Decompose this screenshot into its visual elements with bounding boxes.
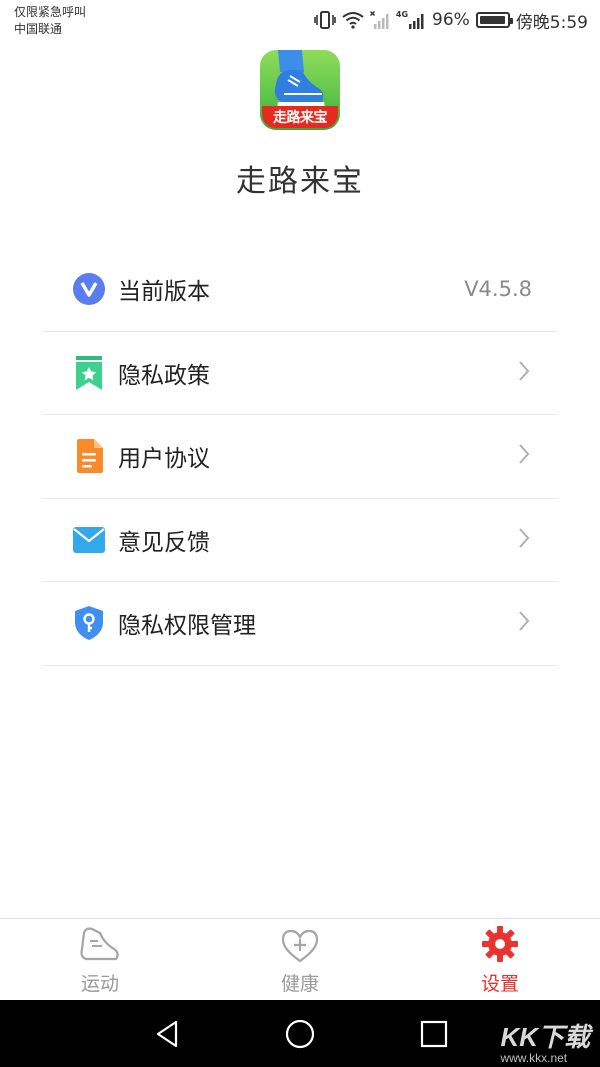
tab-health[interactable]: 健康 bbox=[240, 919, 360, 1001]
menu-item-label: 当前版本 bbox=[118, 279, 210, 306]
vibrate-icon bbox=[314, 10, 336, 30]
status-icons: 4G 96% 傍晚5:59 bbox=[314, 7, 588, 33]
tab-label: 健康 bbox=[280, 973, 319, 995]
sneaker-icon bbox=[40, 919, 160, 963]
menu-item-label: 用户协议 bbox=[118, 446, 210, 473]
back-icon[interactable] bbox=[152, 1018, 184, 1050]
tab-exercise[interactable]: 运动 bbox=[40, 919, 160, 1001]
chevron-right-icon bbox=[518, 360, 530, 386]
app-logo: 走路来宝 bbox=[260, 50, 340, 130]
heart-plus-icon bbox=[240, 919, 360, 963]
menu-item-label: 隐私政策 bbox=[118, 362, 210, 389]
tab-label: 设置 bbox=[480, 973, 519, 995]
tab-settings[interactable]: 设置 bbox=[440, 919, 560, 1001]
emergency-call-text: 仅限紧急呼叫 bbox=[14, 5, 87, 19]
chevron-right-icon bbox=[518, 443, 530, 469]
tab-label: 运动 bbox=[80, 973, 119, 995]
status-bar: 仅限紧急呼叫 中国联通 4G 96% 傍晚5:59 bbox=[0, 0, 600, 44]
bottom-tab-bar: 运动 健康 设置 bbox=[0, 918, 600, 1000]
app-name: 走路来宝 bbox=[236, 164, 364, 199]
menu-item-permission-management[interactable]: 隐私权限管理 bbox=[42, 582, 558, 666]
app-logo-text: 走路来宝 bbox=[262, 106, 338, 128]
chevron-right-icon bbox=[518, 527, 530, 553]
gear-icon bbox=[440, 919, 560, 963]
envelope-icon bbox=[72, 523, 106, 557]
battery-percent: 96% bbox=[432, 10, 470, 30]
menu-item-label: 意见反馈 bbox=[118, 529, 210, 556]
recents-icon[interactable] bbox=[418, 1018, 450, 1050]
menu-item-label: 隐私权限管理 bbox=[118, 613, 256, 640]
signal-4g-icon: 4G bbox=[396, 10, 426, 30]
menu-item-version[interactable]: 当前版本 V4.5.8 bbox=[42, 248, 558, 332]
carrier-info: 仅限紧急呼叫 中国联通 bbox=[14, 4, 86, 38]
bookmark-star-icon bbox=[72, 355, 106, 390]
v-badge-icon bbox=[72, 272, 106, 306]
carrier-name: 中国联通 bbox=[14, 22, 63, 36]
document-icon bbox=[72, 439, 106, 474]
network-type: 4G bbox=[395, 10, 409, 19]
settings-menu: 当前版本 V4.5.8 隐私政策 用户协议 意见反馈 隐私权限管理 bbox=[42, 248, 558, 666]
home-icon[interactable] bbox=[284, 1018, 316, 1050]
menu-item-feedback[interactable]: 意见反馈 bbox=[42, 499, 558, 582]
signal-off-icon bbox=[369, 10, 390, 30]
watermark: KK下载 www.kkx.net bbox=[500, 1023, 590, 1065]
chevron-right-icon bbox=[518, 610, 530, 636]
battery-icon bbox=[475, 12, 513, 28]
clock: 傍晚5:59 bbox=[515, 12, 588, 33]
menu-item-user-agreement[interactable]: 用户协议 bbox=[42, 415, 558, 499]
system-nav-bar: KK下载 www.kkx.net bbox=[0, 1000, 600, 1067]
watermark-logo: KK下载 bbox=[500, 1022, 590, 1052]
wifi-icon bbox=[342, 11, 364, 29]
shield-key-icon bbox=[72, 606, 106, 641]
version-value: V4.5.8 bbox=[464, 277, 532, 302]
watermark-url: www.kkx.net bbox=[500, 1051, 568, 1065]
menu-item-privacy-policy[interactable]: 隐私政策 bbox=[42, 332, 558, 415]
